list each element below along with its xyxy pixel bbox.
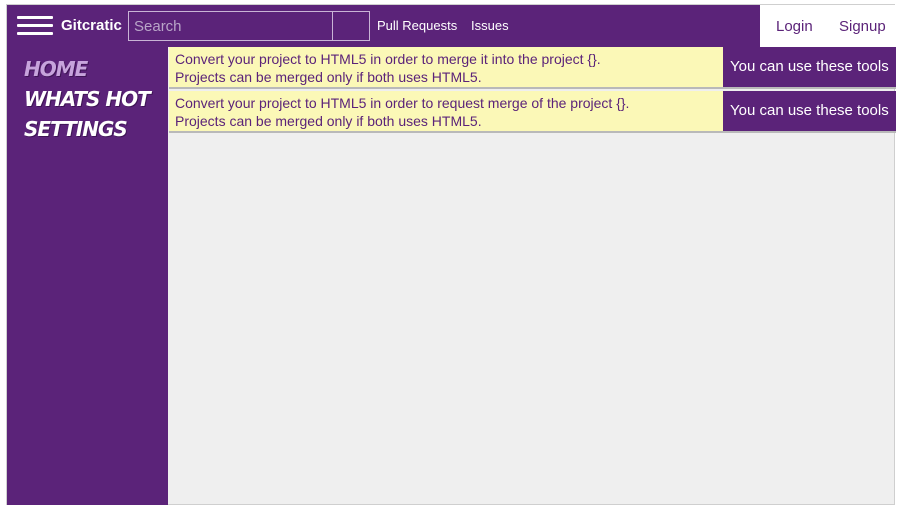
search-button[interactable] [333,12,369,40]
notice-line: Projects can be merged only if both uses… [175,69,482,85]
tools-link[interactable]: You can use these tools [723,91,896,131]
notice-message: Convert your project to HTML5 in order t… [169,91,723,131]
sidebar-item-home[interactable]: Home [24,57,88,81]
sidebar-item-settings[interactable]: Settings [24,117,128,141]
notice-message: Convert your project to HTML5 in order t… [169,47,723,87]
nav-link-issues[interactable]: Issues [471,18,509,33]
sidebar: Home Whats Hot Settings [7,47,168,505]
sidebar-item-whats-hot[interactable]: Whats Hot [24,87,151,111]
notice-merge: Convert your project to HTML5 in order t… [169,47,896,89]
notice-line: Projects can be merged only if both uses… [175,113,482,129]
login-link[interactable]: Login [776,18,813,35]
divider [169,87,896,89]
auth-area: Login Signup [760,5,896,47]
nav-link-pull-requests[interactable]: Pull Requests [377,18,457,33]
notice-request-merge: Convert your project to HTML5 in order t… [169,91,896,133]
top-bar: Gitcratic Pull Requests Issues Login Sig… [7,5,896,47]
brand-name: Gitcratic [61,17,122,34]
search-input[interactable] [129,12,333,40]
notice-line: Convert your project to HTML5 in order t… [175,51,601,67]
signup-link[interactable]: Signup [839,18,886,35]
notice-line: Convert your project to HTML5 in order t… [175,95,630,111]
app-window: Gitcratic Pull Requests Issues Login Sig… [6,4,896,505]
search-box [128,11,370,41]
divider [169,131,896,133]
tools-link[interactable]: You can use these tools [723,47,896,87]
hamburger-menu-icon[interactable] [17,14,55,38]
